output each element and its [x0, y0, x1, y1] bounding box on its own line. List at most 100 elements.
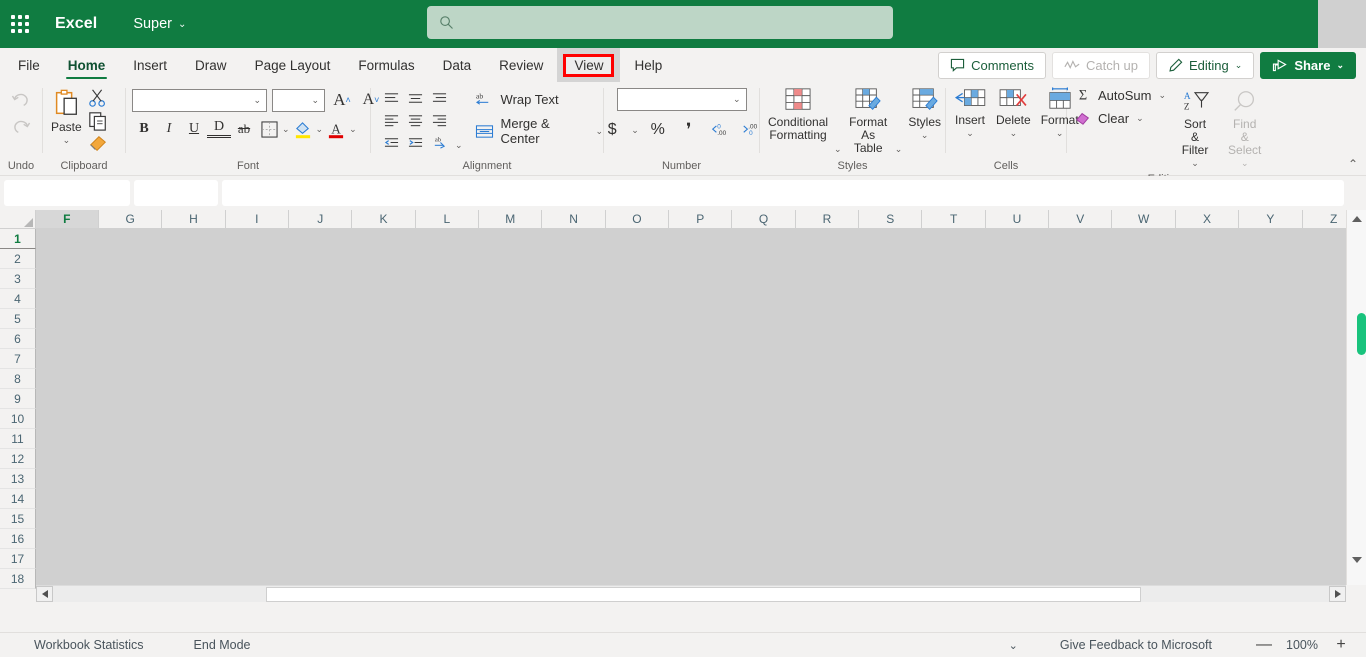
orientation-button[interactable]: ab — [427, 131, 451, 153]
column-header-H[interactable]: H — [162, 210, 226, 229]
column-header-Y[interactable]: Y — [1239, 210, 1303, 229]
tab-insert[interactable]: Insert — [119, 48, 181, 82]
column-header-Q[interactable]: Q — [732, 210, 796, 229]
scroll-down-button[interactable] — [1347, 551, 1366, 569]
scroll-left-button[interactable] — [36, 586, 53, 602]
select-all-corner[interactable] — [0, 210, 36, 229]
chevron-down-icon[interactable]: ⌄ — [834, 144, 842, 155]
row-header-13[interactable]: 13 — [0, 469, 36, 489]
conditional-formatting-button[interactable]: Conditional Formatting — [764, 85, 832, 144]
undo-button[interactable] — [8, 88, 34, 112]
row-header-16[interactable]: 16 — [0, 529, 36, 549]
tab-formulas[interactable]: Formulas — [344, 48, 428, 82]
search-box[interactable] — [427, 6, 893, 39]
clear-button[interactable]: Clear ⌄ — [1075, 110, 1166, 126]
column-header-T[interactable]: T — [922, 210, 986, 229]
comments-button[interactable]: Comments — [938, 51, 1046, 79]
row-header-6[interactable]: 6 — [0, 329, 36, 349]
search-input[interactable] — [464, 15, 844, 30]
column-header-K[interactable]: K — [352, 210, 416, 229]
row-header-2[interactable]: 2 — [0, 249, 36, 269]
share-button[interactable]: Share ⌄ — [1260, 51, 1356, 79]
column-header-U[interactable]: U — [985, 210, 1050, 229]
font-color-button[interactable]: A — [324, 117, 348, 141]
font-size-select[interactable]: ⌄ — [272, 88, 325, 112]
comma-format-button[interactable]: ❜ — [677, 118, 701, 142]
formula-input[interactable] — [222, 180, 1344, 206]
horizontal-scrollbar[interactable] — [36, 585, 1346, 602]
delete-cells-button[interactable]: Delete ⌄ — [992, 85, 1035, 142]
column-header-S[interactable]: S — [859, 210, 923, 229]
insert-cells-button[interactable]: Insert ⌄ — [950, 85, 990, 142]
row-header-12[interactable]: 12 — [0, 449, 36, 469]
app-launcher-icon[interactable] — [0, 0, 40, 48]
copy-button[interactable] — [88, 111, 108, 131]
chevron-down-icon[interactable]: ⌄ — [631, 125, 639, 136]
currency-format-button[interactable]: $ — [600, 118, 624, 142]
row-header-17[interactable]: 17 — [0, 549, 36, 569]
editing-button[interactable]: Editing ⌄ — [1156, 51, 1255, 79]
column-header-J[interactable]: J — [289, 210, 353, 229]
row-header-3[interactable]: 3 — [0, 269, 36, 289]
tab-page-layout[interactable]: Page Layout — [241, 48, 345, 82]
wrap-text-button[interactable]: ab Wrap Text — [475, 91, 603, 108]
row-header-14[interactable]: 14 — [0, 489, 36, 509]
column-header-P[interactable]: P — [669, 210, 733, 229]
name-box[interactable] — [4, 180, 130, 206]
tab-file[interactable]: File — [0, 48, 54, 82]
cells-area[interactable] — [36, 229, 1346, 585]
column-header-O[interactable]: O — [605, 210, 670, 229]
tab-draw[interactable]: Draw — [181, 48, 241, 82]
column-header-W[interactable]: W — [1112, 210, 1176, 229]
cut-button[interactable] — [88, 88, 108, 108]
number-format-select[interactable]: ⌄ — [616, 88, 747, 111]
tab-help[interactable]: Help — [620, 48, 676, 82]
double-underline-button[interactable]: D — [207, 119, 231, 138]
document-name[interactable]: Super ⌄ — [133, 16, 186, 32]
row-header-9[interactable]: 9 — [0, 389, 36, 409]
row-header-7[interactable]: 7 — [0, 349, 36, 369]
align-top-button[interactable] — [379, 87, 403, 109]
row-header-5[interactable]: 5 — [0, 309, 36, 329]
workbook-statistics-button[interactable]: Workbook Statistics — [34, 638, 144, 652]
row-header-1[interactable]: 1 — [0, 229, 36, 249]
feedback-button[interactable]: Give Feedback to Microsoft — [1060, 638, 1212, 652]
row-header-8[interactable]: 8 — [0, 369, 36, 389]
column-header-M[interactable]: M — [479, 210, 543, 229]
align-bottom-button[interactable] — [427, 87, 451, 109]
scroll-right-button[interactable] — [1329, 586, 1346, 602]
chevron-down-icon[interactable]: ⌄ — [349, 124, 357, 135]
increase-indent-button[interactable] — [403, 131, 427, 153]
percent-format-button[interactable]: % — [646, 118, 670, 142]
find-select-button[interactable]: Find & Select ⌄ — [1224, 87, 1265, 172]
zoom-out-button[interactable]: — — [1256, 636, 1272, 654]
row-header-18[interactable]: 18 — [0, 569, 36, 589]
autosum-button[interactable]: Σ AutoSum ⌄ — [1075, 87, 1166, 103]
align-center-button[interactable] — [403, 109, 427, 131]
row-header-15[interactable]: 15 — [0, 509, 36, 529]
tab-view[interactable]: View — [557, 48, 621, 82]
strikethrough-button[interactable]: ab — [232, 117, 256, 141]
format-as-table-button[interactable]: Format As Table — [844, 85, 893, 157]
column-header-V[interactable]: V — [1049, 210, 1113, 229]
bold-button[interactable]: B — [132, 117, 156, 141]
borders-button[interactable] — [257, 117, 281, 141]
paste-button[interactable]: Paste ⌄ — [47, 86, 86, 149]
italic-button[interactable]: I — [157, 117, 181, 141]
horizontal-scroll-thumb[interactable] — [266, 586, 1141, 602]
chevron-down-icon[interactable]: ⌄ — [316, 124, 324, 135]
column-header-X[interactable]: X — [1175, 210, 1240, 229]
align-left-button[interactable] — [379, 109, 403, 131]
column-header-L[interactable]: L — [415, 210, 480, 229]
align-right-button[interactable] — [427, 109, 451, 131]
increase-decimal-button[interactable]: 0.00 — [708, 118, 732, 142]
increase-font-size-button[interactable]: A ˄ — [330, 88, 354, 112]
sort-filter-button[interactable]: A Z Sort & Filter ⌄ — [1176, 87, 1214, 172]
column-header-I[interactable]: I — [225, 210, 290, 229]
fx-button-area[interactable] — [134, 180, 218, 206]
row-header-10[interactable]: 10 — [0, 409, 36, 429]
decrease-indent-button[interactable] — [379, 131, 403, 153]
tab-home[interactable]: Home — [54, 48, 120, 82]
vertical-scrollbar[interactable] — [1346, 210, 1366, 585]
row-header-4[interactable]: 4 — [0, 289, 36, 309]
